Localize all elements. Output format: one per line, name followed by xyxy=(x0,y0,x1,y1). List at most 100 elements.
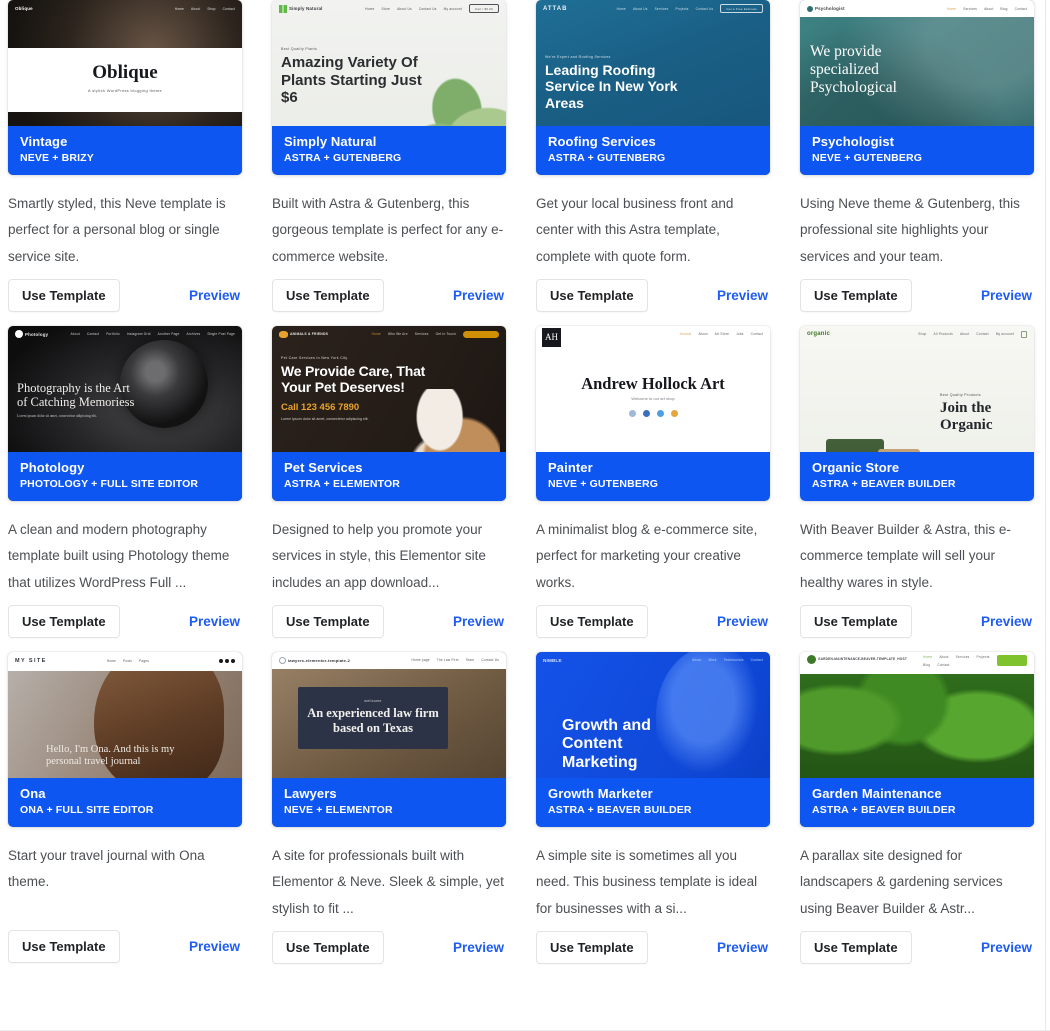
card-actions: Use Template Preview xyxy=(8,604,242,638)
use-template-button[interactable]: Use Template xyxy=(272,604,384,638)
preview-link[interactable]: Preview xyxy=(717,288,770,303)
preview-nav-link: Instagram Grid xyxy=(126,332,151,337)
preview-nav: Journal About Art Store Jobs Contact xyxy=(536,326,770,343)
use-template-button[interactable]: Use Template xyxy=(272,278,384,312)
template-stack: ASTRA + BEAVER BUILDER xyxy=(812,477,956,490)
preview-link[interactable]: Preview xyxy=(453,614,506,629)
template-name: Psychologist xyxy=(812,134,895,150)
template-card[interactable]: Hello, I'm Ona. And this is my personal … xyxy=(8,646,242,964)
preview-nav-link: Another Page xyxy=(157,332,180,337)
template-thumbnail[interactable]: wellcome An experienced law firm based o… xyxy=(272,651,506,827)
template-label-band: Vintage NEVE + BRIZY xyxy=(8,126,242,175)
preview-nav-link: Home xyxy=(946,6,957,11)
preview-link[interactable]: Preview xyxy=(981,614,1034,629)
template-thumbnail[interactable]: Oblique A stylish WordPress blogging the… xyxy=(8,0,242,175)
leaf-icon xyxy=(279,4,287,13)
template-card[interactable]: Growth and Content Marketing NIMBLE Abou… xyxy=(536,646,770,964)
preview-brand: MY SITE xyxy=(15,658,47,665)
preview-headline: We Provide Care, That Your Pet Deserves! xyxy=(281,363,426,396)
preview-brand-text: Simply Natural xyxy=(289,6,323,11)
template-thumbnail[interactable]: We provide specialized Psychological Psy… xyxy=(800,0,1034,175)
template-name: Pet Services xyxy=(284,460,363,475)
template-card[interactable]: Oblique A stylish WordPress blogging the… xyxy=(8,0,242,312)
preview-nav-link: About xyxy=(692,658,702,663)
preview-brand: organic xyxy=(807,331,831,338)
template-name: Vintage xyxy=(20,134,68,150)
preview-brand: ANIMALS & FRIENDS xyxy=(279,330,329,338)
use-template-button[interactable]: Use Template xyxy=(800,604,912,638)
template-card[interactable]: Pet Care Services In New York City We Pr… xyxy=(272,320,506,638)
template-card[interactable]: GARDEN-MAINTENANCE-BEAVER-TEMPLATE_HOST … xyxy=(800,646,1034,964)
template-thumbnail[interactable]: Best Quality Plants Amazing Variety Of P… xyxy=(272,0,506,175)
use-template-button[interactable]: Use Template xyxy=(536,604,648,638)
template-thumbnail[interactable]: Pet Care Services In New York City We Pr… xyxy=(272,325,506,501)
preview-nav-link: Services xyxy=(955,654,970,659)
preview-kicker: Pet Care Services In New York City xyxy=(281,355,348,360)
preview-kicker: Best Quality Products xyxy=(940,392,981,397)
card-actions: Use Template Preview xyxy=(8,278,242,312)
preview-link[interactable]: Preview xyxy=(189,939,242,954)
template-thumbnail[interactable]: Growth and Content Marketing NIMBLE Abou… xyxy=(536,651,770,827)
preview-subhead: Welcome to our art shop xyxy=(631,395,675,401)
preview-nav: Simply Natural Home Store About Us Conta… xyxy=(272,0,506,17)
preview-kicker: We're Expert and Roofing Services xyxy=(545,55,611,59)
template-thumbnail[interactable]: Photography is the Art of Catching Memor… xyxy=(8,325,242,501)
preview-nav-link: Contact xyxy=(750,658,763,663)
preview-headline: We provide specialized Psychological xyxy=(810,43,897,96)
cart-icon xyxy=(1021,330,1027,338)
preview-brand-text: ANIMALS & FRIENDS xyxy=(290,331,329,336)
use-template-button[interactable]: Use Template xyxy=(536,930,648,964)
preview-link[interactable]: Preview xyxy=(453,940,506,955)
instagram-icon xyxy=(670,409,678,417)
preview-nav-link: Pages xyxy=(139,659,150,664)
template-description: A clean and modern photography template … xyxy=(8,521,230,590)
preview-link[interactable]: Preview xyxy=(717,614,770,629)
preview-nav-link: About Us xyxy=(632,6,648,11)
preview-link[interactable]: Preview xyxy=(189,614,242,629)
template-label-band: Garden Maintenance ASTRA + BEAVER BUILDE… xyxy=(800,777,1034,827)
preview-nav-link: Team xyxy=(465,658,475,663)
use-template-button[interactable]: Use Template xyxy=(8,278,120,312)
template-thumbnail[interactable]: Hello, I'm Ona. And this is my personal … xyxy=(8,651,242,827)
template-description: Built with Astra & Gutenberg, this gorge… xyxy=(272,196,504,264)
preview-brand-text: GARDEN-MAINTENANCE-BEAVER-TEMPLATE_HOST xyxy=(818,656,907,661)
preview-link[interactable]: Preview xyxy=(189,288,242,303)
preview-link[interactable]: Preview xyxy=(717,940,770,955)
use-template-button[interactable]: Use Template xyxy=(272,930,384,964)
preview-nav-link: Single Post Page xyxy=(207,332,235,337)
use-template-button[interactable]: Use Template xyxy=(800,930,912,964)
use-template-button[interactable]: Use Template xyxy=(8,604,120,638)
template-card[interactable]: We provide specialized Psychological Psy… xyxy=(800,0,1034,312)
preview-headline: Join the Organic xyxy=(940,400,993,434)
preview-nav: lawyers-elementor-template-2 Home page T… xyxy=(272,651,506,669)
preview-nav-link: Shop xyxy=(207,6,216,11)
use-template-button[interactable]: Use Template xyxy=(8,929,120,963)
preview-headline: Photography is the Art of Catching Memor… xyxy=(17,380,135,410)
template-label-band: Growth Marketer ASTRA + BEAVER BUILDER xyxy=(536,777,770,827)
use-template-button[interactable]: Use Template xyxy=(536,278,648,312)
template-thumbnail[interactable]: Best Quality Products Join the Organic o… xyxy=(800,325,1034,501)
template-card[interactable]: wellcome An experienced law firm based o… xyxy=(272,646,506,964)
preview-link[interactable]: Preview xyxy=(981,288,1034,303)
preview-nav-link: Journal xyxy=(679,332,692,337)
template-card[interactable]: We're Expert and Roofing Services Leadin… xyxy=(536,0,770,312)
preview-nav-links: Journal About Art Store Jobs Contact xyxy=(679,332,763,336)
template-thumbnail[interactable]: We're Expert and Roofing Services Leadin… xyxy=(536,0,770,175)
template-thumbnail[interactable]: AH Andrew Hollock Art Welcome to our art… xyxy=(536,325,770,501)
template-card[interactable]: AH Andrew Hollock Art Welcome to our art… xyxy=(536,320,770,638)
preview-nav-link: About Us xyxy=(397,6,412,11)
template-card[interactable]: Best Quality Products Join the Organic o… xyxy=(800,320,1034,638)
preview-link[interactable]: Preview xyxy=(453,288,506,303)
template-card[interactable]: Photography is the Art of Catching Memor… xyxy=(8,320,242,638)
card-actions: Use Template Preview xyxy=(536,604,770,638)
template-name: Photology xyxy=(20,460,85,475)
template-description: A simple site is sometimes all you need.… xyxy=(536,847,758,916)
template-description: Designed to help you promote your servic… xyxy=(272,521,486,590)
template-thumbnail[interactable]: GARDEN-MAINTENANCE-BEAVER-TEMPLATE_HOST … xyxy=(800,651,1034,827)
preview-link[interactable]: Preview xyxy=(981,940,1034,955)
template-card[interactable]: Best Quality Plants Amazing Variety Of P… xyxy=(272,0,506,312)
dot-icon xyxy=(807,5,813,12)
tree-icon xyxy=(807,654,816,664)
use-template-button[interactable]: Use Template xyxy=(800,278,912,312)
preview-brand: Psychologist xyxy=(807,5,845,12)
